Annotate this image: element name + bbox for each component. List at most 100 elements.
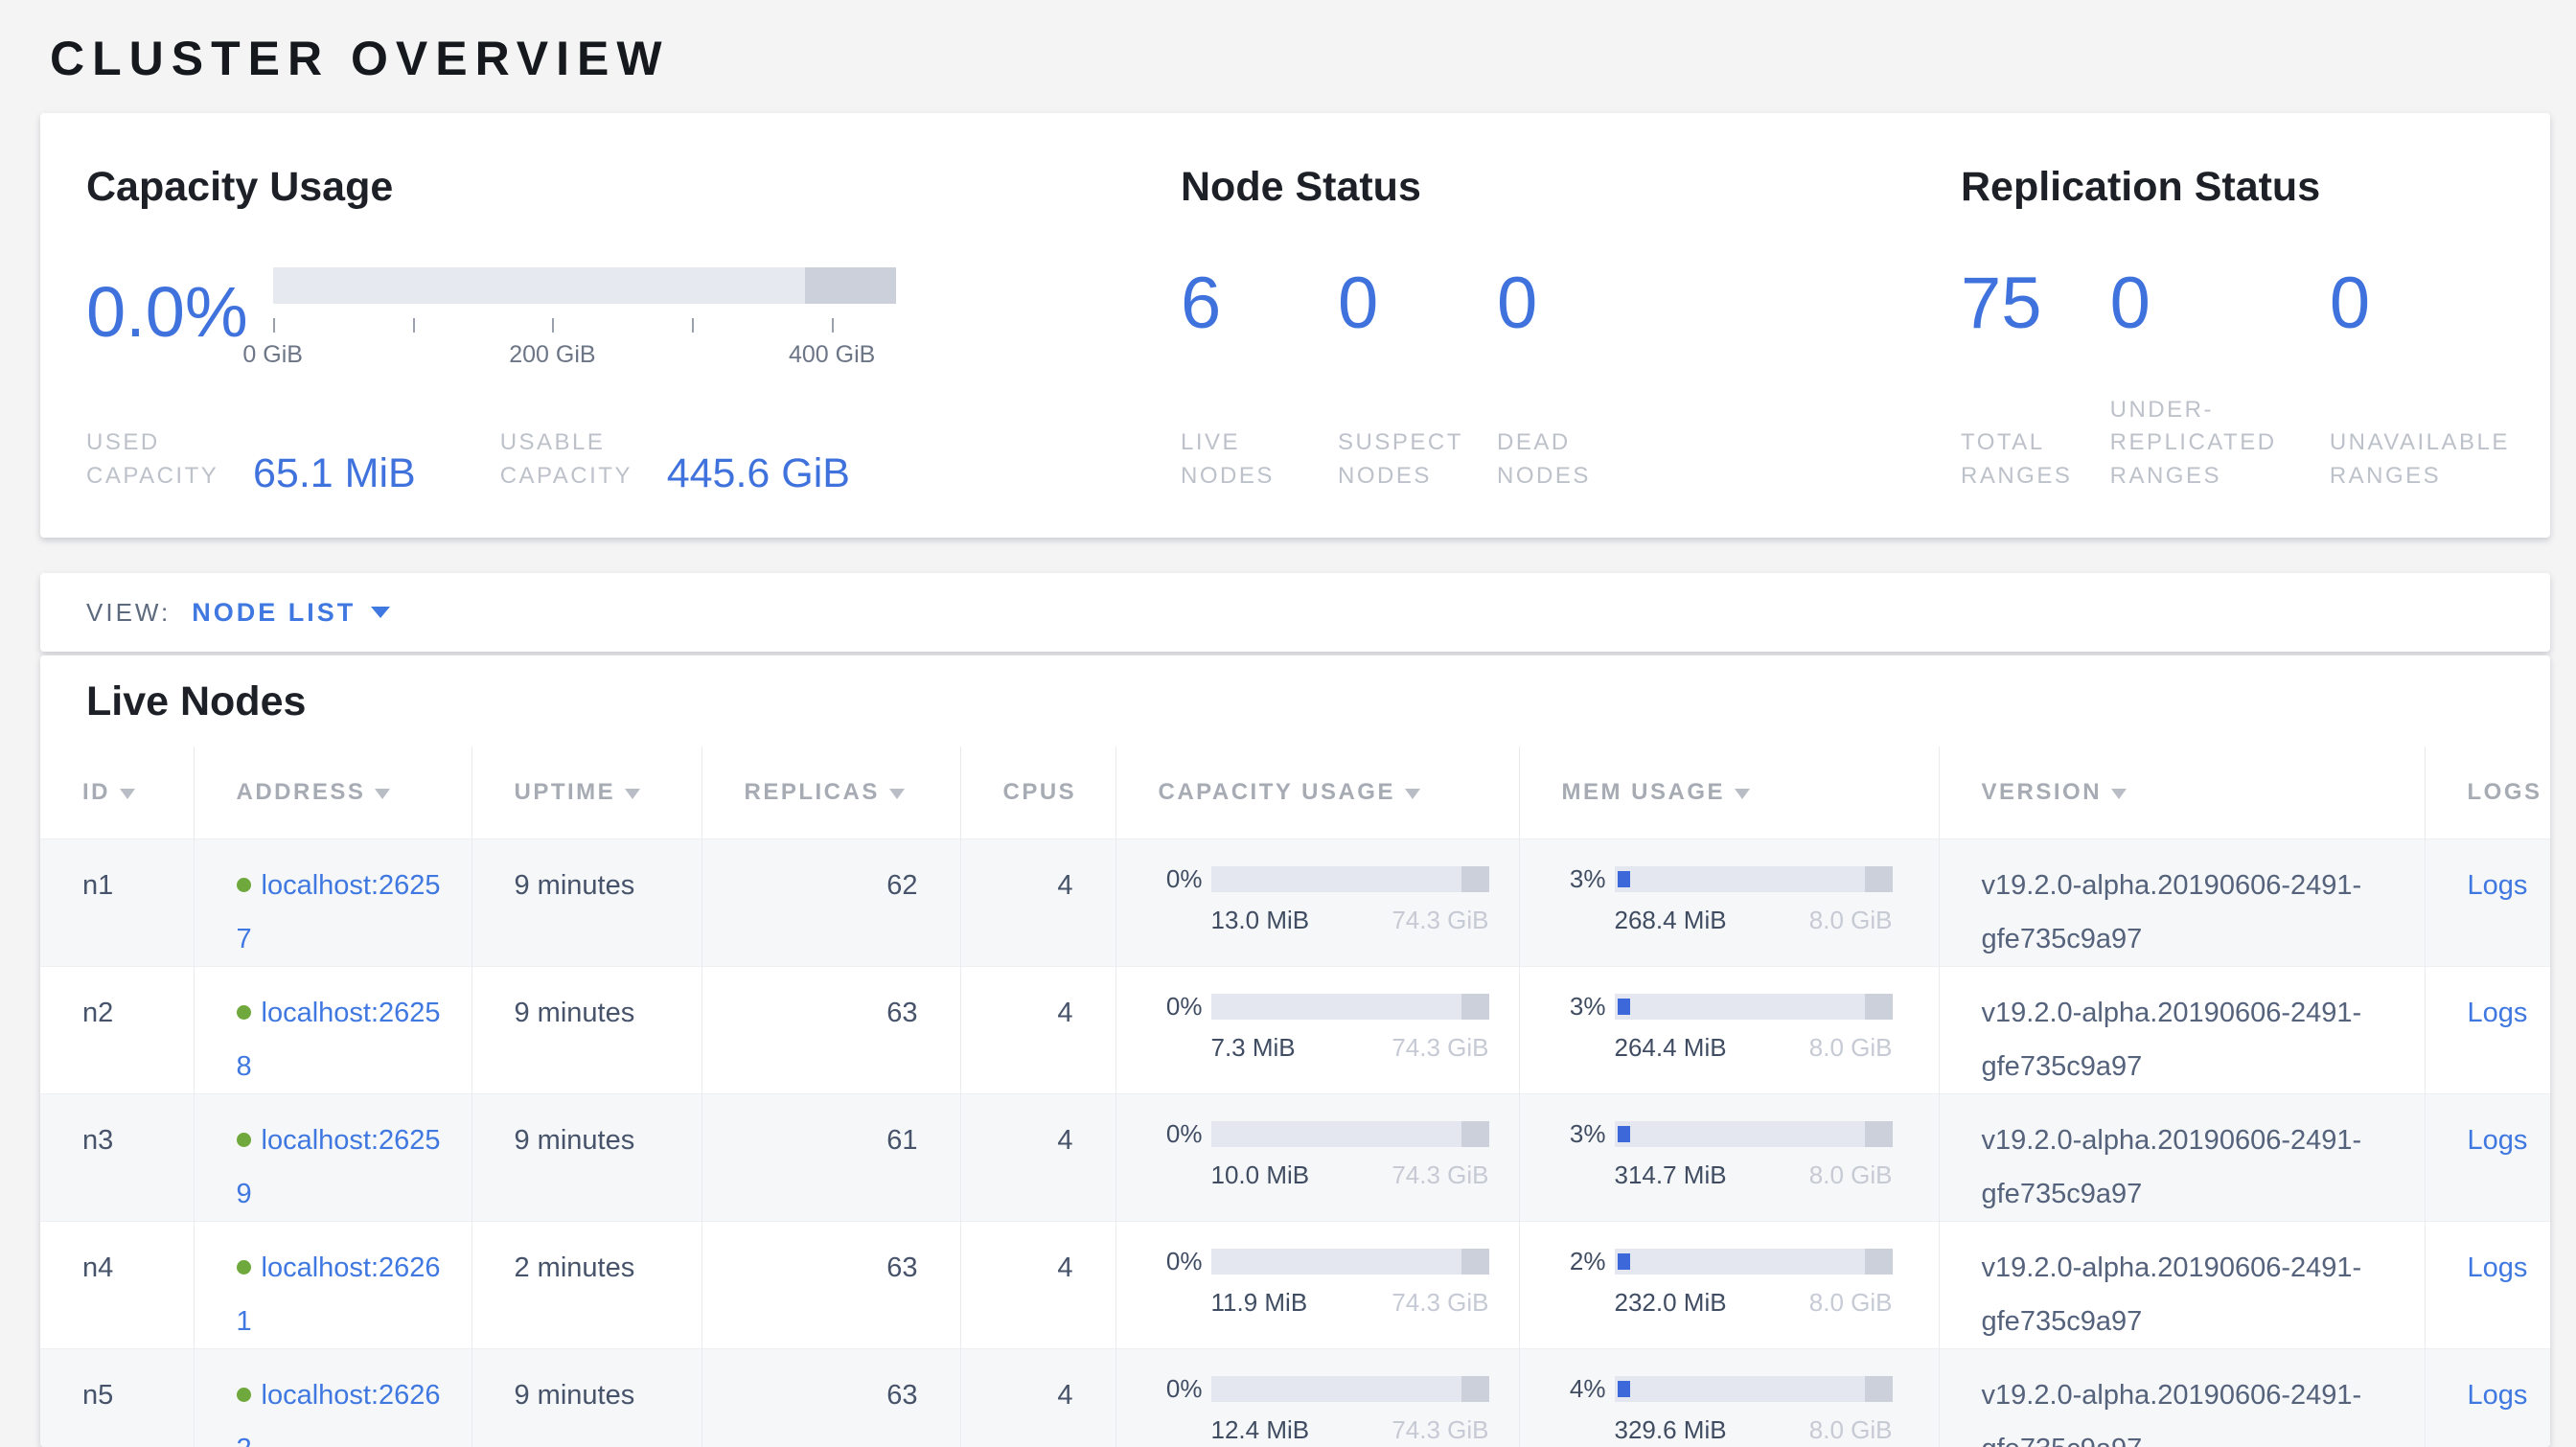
meter-bar-dark-segment bbox=[1461, 1249, 1489, 1275]
meter-total-value: 74.3 GiB bbox=[1392, 1160, 1488, 1190]
mem-usage-cell: 3%264.4 MiB8.0 GiB bbox=[1519, 966, 1939, 1093]
node-cpus-cell: 4 bbox=[960, 966, 1116, 1093]
replication-status-section: Replication Status 75TOTAL RANGES0UNDER-… bbox=[1961, 167, 2537, 494]
view-bar: VIEW: NODE LIST bbox=[40, 573, 2550, 652]
mem-usage-cell: 2% 232.0 MiB 8.0 GiB bbox=[1519, 1221, 1939, 1348]
column-header-version[interactable]: VERSION bbox=[1939, 746, 2425, 838]
meter-used-value: 10.0 MiB bbox=[1211, 1160, 1310, 1190]
meter-percent-label: 2% bbox=[1562, 1247, 1606, 1276]
capacity-usage-meter: 0% bbox=[1159, 992, 1519, 1022]
column-header-label: REPLICAS bbox=[745, 779, 880, 805]
logs-link[interactable]: Logs bbox=[2468, 1125, 2528, 1156]
node-address-link[interactable]: localhost:26259 bbox=[237, 1125, 441, 1209]
node-version: v19.2.0-alpha.20190606-2491-gfe735c9a97 bbox=[1982, 1368, 2408, 1447]
capacity-usage-cell: 0%7.3 MiB74.3 GiB bbox=[1116, 966, 1519, 1093]
axis-tick-label: 400 GiB bbox=[789, 341, 875, 369]
meter-bar bbox=[1211, 1121, 1489, 1147]
node-row: n4localhost:262612 minutes6340%11.9 MiB7… bbox=[40, 1221, 2550, 1348]
view-selector-dropdown[interactable]: NODE LIST bbox=[192, 598, 390, 628]
column-header-id[interactable]: ID bbox=[40, 746, 194, 838]
node-address-link[interactable]: localhost:26258 bbox=[237, 998, 441, 1082]
live-status-dot-icon bbox=[237, 1388, 251, 1402]
node-status-heading: Node Status bbox=[1181, 167, 1961, 208]
meter-used-value: 12.4 MiB bbox=[1211, 1415, 1310, 1445]
stat-value: 0 bbox=[1338, 267, 1497, 340]
meter-percent-label: 0% bbox=[1159, 864, 1203, 894]
node-address: localhost:26259 bbox=[237, 1114, 448, 1221]
logs-link[interactable]: Logs bbox=[2468, 870, 2528, 901]
column-header-label: VERSION bbox=[1982, 779, 2103, 805]
axis-tick-label: 200 GiB bbox=[509, 341, 595, 369]
node-version-cell: v19.2.0-alpha.20190606-2491-gfe735c9a97 bbox=[1939, 1221, 2425, 1348]
live-status-dot-icon bbox=[237, 1133, 251, 1147]
column-header-replicas[interactable]: REPLICAS bbox=[702, 746, 960, 838]
meter-total-value: 74.3 GiB bbox=[1392, 906, 1488, 935]
node-id-cell: n5 bbox=[40, 1348, 194, 1447]
live-nodes-card: Live Nodes IDADDRESSUPTIMEREPLICASCPUSCA… bbox=[40, 655, 2550, 1447]
live-status-dot-icon bbox=[237, 1260, 251, 1275]
node-id-cell: n3 bbox=[40, 1093, 194, 1221]
logs-link[interactable]: Logs bbox=[2468, 1380, 2528, 1411]
meter-used-value: 232.0 MiB bbox=[1615, 1288, 1727, 1318]
column-header-memory[interactable]: MEM USAGE bbox=[1519, 746, 1939, 838]
node-cpus-cell: 4 bbox=[960, 838, 1116, 966]
logs-link[interactable]: Logs bbox=[2468, 998, 2528, 1028]
capacity-usage-cell: 0%13.0 MiB74.3 GiB bbox=[1116, 838, 1519, 966]
logs-link[interactable]: Logs bbox=[2468, 1252, 2528, 1283]
meter-total-value: 74.3 GiB bbox=[1392, 1288, 1488, 1318]
node-uptime-cell: 9 minutes bbox=[472, 1093, 702, 1221]
node-replicas-cell: 62 bbox=[702, 838, 960, 966]
meter-used-value: 11.9 MiB bbox=[1211, 1288, 1308, 1318]
column-header-address[interactable]: ADDRESS bbox=[194, 746, 472, 838]
capacity-bar-dark-segment bbox=[805, 267, 896, 304]
stat-value: 75 bbox=[1961, 267, 2110, 340]
meter-percent-label: 0% bbox=[1159, 992, 1203, 1022]
node-address: localhost:26257 bbox=[237, 859, 448, 966]
mem-usage-cell: 3%314.7 MiB8.0 GiB bbox=[1519, 1093, 1939, 1221]
meter-bar bbox=[1211, 1249, 1489, 1275]
meter-bar-dark-segment bbox=[1461, 1121, 1489, 1147]
axis-tick-label: 0 GiB bbox=[242, 341, 303, 369]
meter-bar-dark-segment bbox=[1461, 1376, 1489, 1402]
capacity-usage-cell: 0% 11.9 MiB 74.3 GiB bbox=[1116, 1221, 1519, 1348]
column-header-label: ADDRESS bbox=[237, 779, 366, 805]
column-header-cpus: CPUS bbox=[960, 746, 1116, 838]
node-address: localhost:26258 bbox=[237, 986, 448, 1093]
stat-value: 0 bbox=[2110, 267, 2330, 340]
meter-used-value: 314.7 MiB bbox=[1615, 1160, 1727, 1190]
meter-bar-fill bbox=[1618, 1126, 1630, 1142]
meter-percent-label: 0% bbox=[1159, 1247, 1203, 1276]
node-address-link[interactable]: localhost:26262 bbox=[237, 1380, 441, 1447]
replication-status-heading: Replication Status bbox=[1961, 167, 2537, 208]
node-uptime-cell: 2 minutes bbox=[472, 1221, 702, 1348]
node-address-link[interactable]: localhost:26261 bbox=[237, 1252, 441, 1337]
node-row: n1localhost:262579 minutes6240%13.0 MiB7… bbox=[40, 838, 2550, 966]
sort-arrow-icon bbox=[625, 789, 640, 799]
node-address-cell: localhost:26257 bbox=[194, 838, 472, 966]
stat-label: LIVE NODES bbox=[1181, 426, 1307, 494]
usable-capacity-stat: USABLE CAPACITY 445.6 GiB bbox=[500, 426, 850, 494]
mem-usage-meter: 3% bbox=[1562, 992, 1939, 1022]
column-header-uptime[interactable]: UPTIME bbox=[472, 746, 702, 838]
meter-percent-label: 4% bbox=[1562, 1374, 1606, 1404]
capacity-usage-meter: 0% bbox=[1159, 1374, 1519, 1404]
capacity-usage-heading: Capacity Usage bbox=[86, 167, 1181, 208]
usable-capacity-value: 445.6 GiB bbox=[667, 454, 850, 494]
sort-arrow-icon bbox=[120, 789, 135, 799]
column-header-label: ID bbox=[82, 779, 110, 805]
meter-total-value: 8.0 GiB bbox=[1809, 1288, 1893, 1318]
column-header-capacity[interactable]: CAPACITY USAGE bbox=[1116, 746, 1519, 838]
node-version-cell: v19.2.0-alpha.20190606-2491-gfe735c9a97 bbox=[1939, 1093, 2425, 1221]
meter-percent-label: 0% bbox=[1159, 1119, 1203, 1149]
column-header-label: UPTIME bbox=[515, 779, 616, 805]
node-uptime-cell: 9 minutes bbox=[472, 1348, 702, 1447]
node-address-link[interactable]: localhost:26257 bbox=[237, 870, 441, 954]
node-cpus-cell: 4 bbox=[960, 1093, 1116, 1221]
node-cpus-cell: 4 bbox=[960, 1348, 1116, 1447]
meter-values: 12.4 MiB74.3 GiB bbox=[1211, 1415, 1489, 1445]
chevron-down-icon bbox=[371, 607, 390, 618]
node-cpus-cell: 4 bbox=[960, 1221, 1116, 1348]
node-uptime-cell: 9 minutes bbox=[472, 966, 702, 1093]
mem-usage-meter: 3% bbox=[1562, 1119, 1939, 1149]
column-header-label: CPUS bbox=[1003, 779, 1077, 805]
